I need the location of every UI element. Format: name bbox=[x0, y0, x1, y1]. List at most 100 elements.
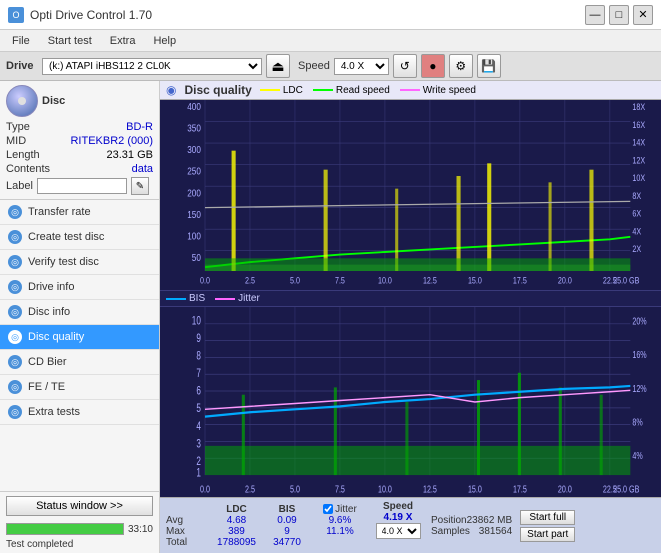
legend-write-speed: Write speed bbox=[400, 85, 476, 96]
svg-text:20.0: 20.0 bbox=[558, 483, 572, 495]
maximize-button[interactable]: □ bbox=[609, 5, 629, 25]
start-buttons: Start full Start part bbox=[520, 510, 575, 542]
sidebar-item-drive-info[interactable]: ◎ Drive info bbox=[0, 275, 159, 300]
titlebar-left: O Opti Drive Control 1.70 bbox=[8, 7, 152, 23]
sidebar-item-label: Drive info bbox=[28, 281, 74, 293]
svg-text:7.5: 7.5 bbox=[335, 276, 345, 286]
status-window-button[interactable]: Status window >> bbox=[6, 496, 153, 516]
svg-text:25.0 GB: 25.0 GB bbox=[613, 483, 639, 495]
svg-text:15.0: 15.0 bbox=[468, 276, 482, 286]
svg-text:2X: 2X bbox=[632, 244, 641, 254]
svg-text:14X: 14X bbox=[632, 138, 645, 148]
sidebar-item-extra-tests[interactable]: ◎ Extra tests bbox=[0, 400, 159, 425]
sidebar-item-label: Extra tests bbox=[28, 406, 80, 418]
stats-ldc-col: LDC 4.68 389 1788095 bbox=[214, 504, 259, 548]
jitter-checkbox[interactable] bbox=[323, 504, 333, 514]
jitter-header-row: Jitter bbox=[323, 504, 357, 515]
menu-start-test[interactable]: Start test bbox=[40, 33, 100, 49]
sidebar-item-disc-quality[interactable]: ◎ Disc quality bbox=[0, 325, 159, 350]
progress-fill bbox=[7, 524, 123, 534]
menu-file[interactable]: File bbox=[4, 33, 38, 49]
sidebar-item-label: Create test disc bbox=[28, 231, 104, 243]
disc-type-value: BD-R bbox=[126, 121, 153, 133]
legend-ldc: LDC bbox=[260, 85, 303, 96]
svg-text:1: 1 bbox=[196, 467, 201, 480]
drive-select[interactable]: (k:) ATAPI iHBS112 2 CL0K bbox=[42, 58, 262, 75]
close-button[interactable]: ✕ bbox=[633, 5, 653, 25]
svg-text:10.0: 10.0 bbox=[378, 483, 392, 495]
speed-mode-select[interactable]: 4.0 X bbox=[376, 523, 421, 539]
svg-text:15.0: 15.0 bbox=[468, 483, 482, 495]
svg-text:6: 6 bbox=[196, 385, 201, 398]
stats-labels-col: H Avg Max Total bbox=[166, 504, 206, 548]
top-chart-svg: 400 350 300 250 200 150 100 50 18X 16X 1… bbox=[160, 100, 661, 290]
menu-extra[interactable]: Extra bbox=[102, 33, 144, 49]
disc-title: Disc bbox=[42, 95, 65, 107]
svg-text:100: 100 bbox=[187, 231, 201, 242]
sidebar-item-label: Disc info bbox=[28, 306, 70, 318]
save-button[interactable]: 💾 bbox=[477, 54, 501, 78]
disc-label-edit-button[interactable]: ✎ bbox=[131, 177, 149, 195]
sidebar-item-label: Disc quality bbox=[28, 331, 84, 343]
total-bis: 34770 bbox=[273, 537, 301, 548]
transfer-rate-icon: ◎ bbox=[8, 205, 22, 219]
menu-help[interactable]: Help bbox=[145, 33, 184, 49]
sidebar-item-transfer-rate[interactable]: ◎ Transfer rate bbox=[0, 200, 159, 225]
sidebar-item-fe-te[interactable]: ◎ FE / TE bbox=[0, 375, 159, 400]
eject-button[interactable]: ⏏ bbox=[266, 54, 290, 78]
disc-contents-label: Contents bbox=[6, 163, 50, 175]
sidebar-item-verify-test-disc[interactable]: ◎ Verify test disc bbox=[0, 250, 159, 275]
svg-text:0.0: 0.0 bbox=[200, 483, 210, 495]
svg-text:8%: 8% bbox=[632, 416, 642, 428]
svg-text:7: 7 bbox=[196, 368, 201, 381]
refresh-button[interactable]: ↺ bbox=[393, 54, 417, 78]
disc-mid-row: MID RITEKBR2 (000) bbox=[6, 135, 153, 147]
svg-text:10.0: 10.0 bbox=[378, 276, 392, 286]
window-controls[interactable]: — □ ✕ bbox=[585, 5, 653, 25]
legend-jitter-color bbox=[215, 298, 235, 300]
sidebar-item-label: Transfer rate bbox=[28, 206, 91, 218]
nav-items: ◎ Transfer rate ◎ Create test disc ◎ Ver… bbox=[0, 200, 159, 491]
svg-text:2.5: 2.5 bbox=[245, 483, 255, 495]
svg-text:17.5: 17.5 bbox=[513, 483, 527, 495]
disc-header: Disc bbox=[6, 85, 153, 117]
disc-label-row: Label ✎ bbox=[6, 177, 153, 195]
disc-icon bbox=[6, 85, 38, 117]
max-label: Max bbox=[166, 526, 206, 537]
stats-jitter-col: Jitter 9.6% 11.1% - bbox=[315, 504, 365, 548]
svg-text:5: 5 bbox=[196, 403, 201, 416]
speed-select[interactable]: 4.0 X bbox=[334, 58, 389, 75]
svg-text:16%: 16% bbox=[632, 349, 646, 361]
progress-section: 33:10 bbox=[0, 520, 159, 538]
settings-button[interactable]: ⚙ bbox=[449, 54, 473, 78]
right-panel: ◉ Disc quality LDC Read speed Write spee… bbox=[160, 81, 661, 553]
sidebar-item-create-test-disc[interactable]: ◎ Create test disc bbox=[0, 225, 159, 250]
fe-te-icon: ◎ bbox=[8, 380, 22, 394]
minimize-button[interactable]: — bbox=[585, 5, 605, 25]
bottom-chart-legend: BIS Jitter bbox=[160, 290, 661, 307]
disc-label-input[interactable] bbox=[37, 178, 127, 194]
main-container: Disc Type BD-R MID RITEKBR2 (000) Length… bbox=[0, 81, 661, 553]
disc-mid-label: MID bbox=[6, 135, 26, 147]
app-icon: O bbox=[8, 7, 24, 23]
record-button[interactable]: ● bbox=[421, 54, 445, 78]
ldc-header: LDC bbox=[226, 504, 247, 515]
svg-text:150: 150 bbox=[187, 209, 201, 220]
jitter-header-label: Jitter bbox=[335, 504, 357, 515]
svg-text:6X: 6X bbox=[632, 209, 641, 219]
svg-text:20.0: 20.0 bbox=[558, 276, 572, 286]
stats-speed-col: Speed 4.19 X 4.0 X - bbox=[373, 501, 423, 550]
svg-text:17.5: 17.5 bbox=[513, 276, 527, 286]
create-test-disc-icon: ◎ bbox=[8, 230, 22, 244]
sidebar-item-disc-info[interactable]: ◎ Disc info bbox=[0, 300, 159, 325]
start-full-button[interactable]: Start full bbox=[520, 510, 575, 525]
start-part-button[interactable]: Start part bbox=[520, 527, 575, 542]
speed-label: Speed bbox=[298, 60, 330, 72]
svg-text:0.0: 0.0 bbox=[200, 276, 210, 286]
sidebar-item-label: FE / TE bbox=[28, 381, 65, 393]
sidebar-item-label: Verify test disc bbox=[28, 256, 99, 268]
svg-text:200: 200 bbox=[187, 187, 201, 198]
cd-bier-icon: ◎ bbox=[8, 355, 22, 369]
sidebar-item-cd-bier[interactable]: ◎ CD Bier bbox=[0, 350, 159, 375]
legend-ldc-label: LDC bbox=[283, 85, 303, 96]
